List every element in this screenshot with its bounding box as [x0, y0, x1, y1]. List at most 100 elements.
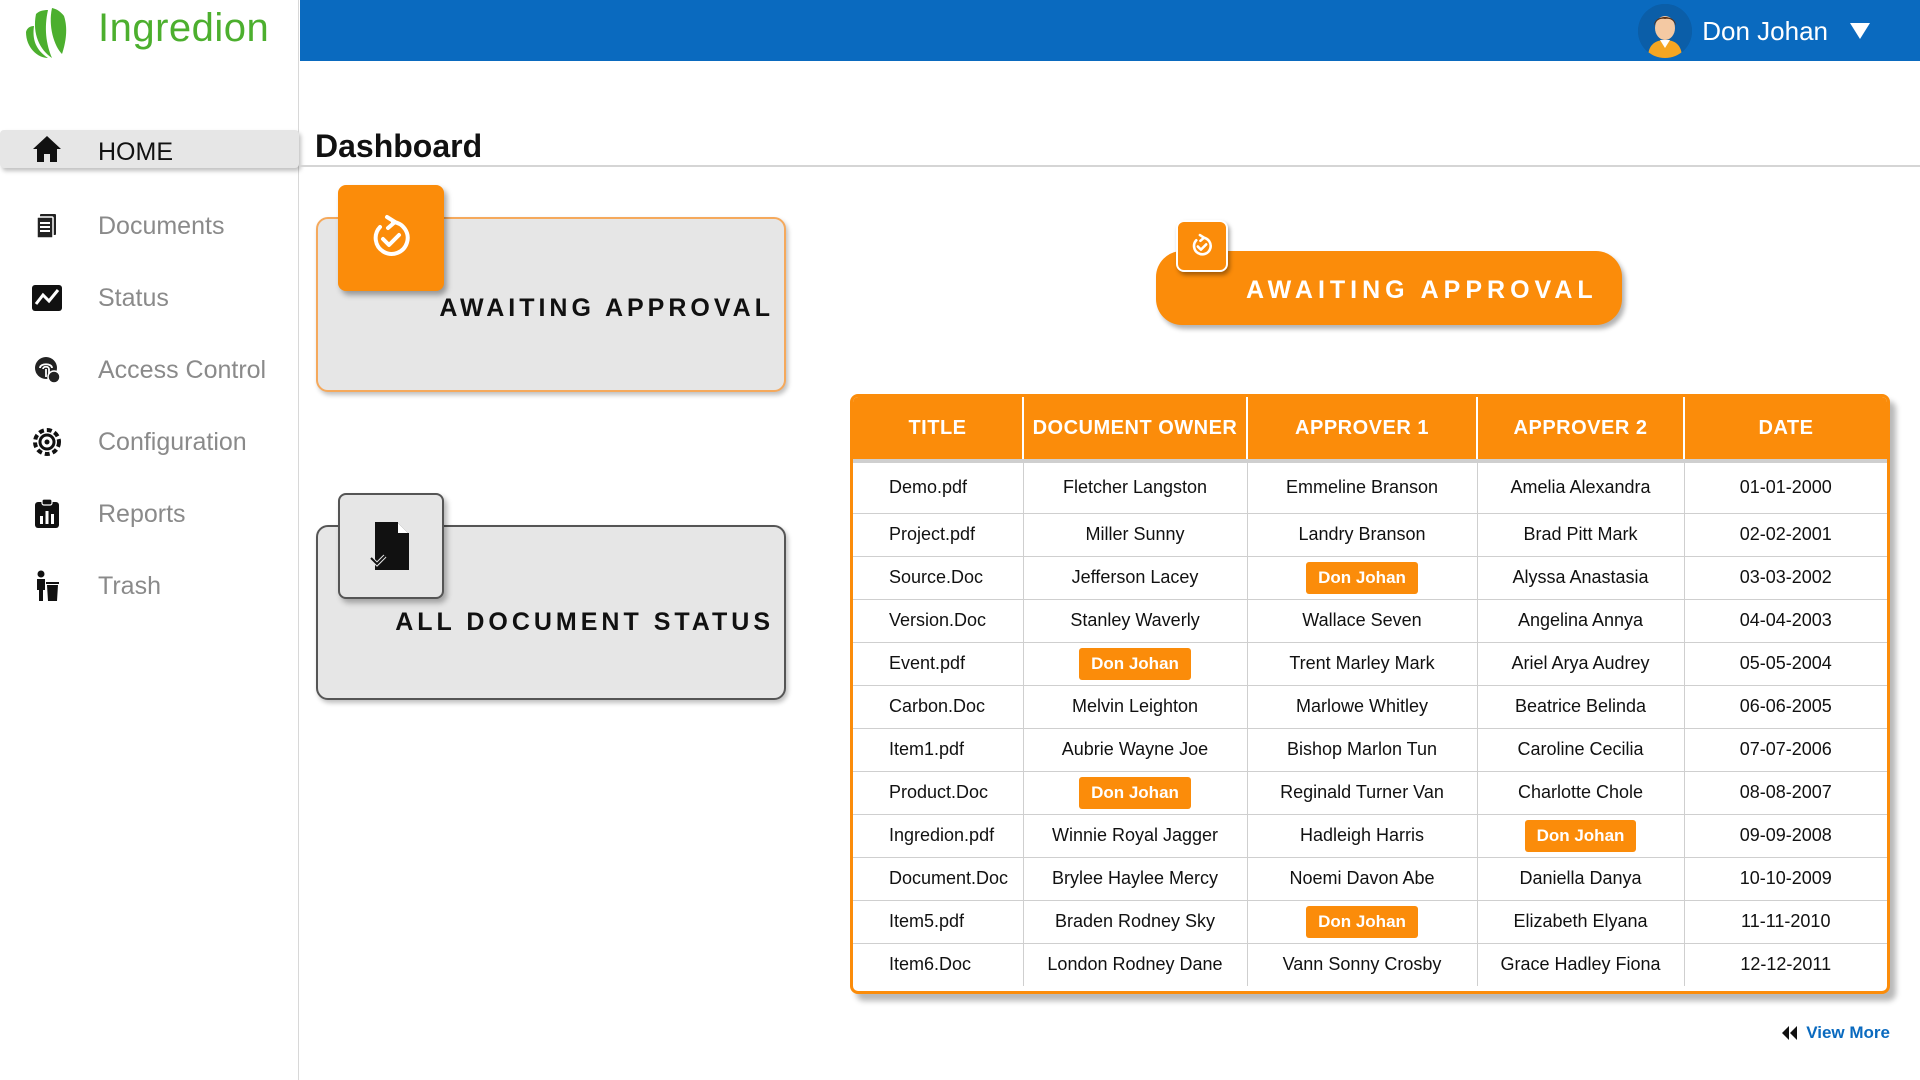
- sidebar-item-documents[interactable]: Documents: [0, 190, 299, 262]
- leaf-logo-icon: [26, 8, 67, 58]
- date-cell: 03-03-2002: [1684, 555, 1887, 599]
- brand-logo[interactable]: [18, 4, 74, 60]
- approver-1-cell: Don Johan: [1247, 899, 1478, 943]
- sidebar-item-home[interactable]: HOME: [0, 130, 299, 168]
- title-cell: Document.Doc: [853, 856, 1024, 900]
- table-row[interactable]: Item5.pdf Braden Rodney Sky Don Johan Eliza…: [853, 899, 1887, 943]
- table-row[interactable]: Project.pdf Miller Sunny Landry Branson Bra…: [853, 512, 1887, 556]
- table-row[interactable]: Item1.pdf Aubrie Wayne Joe Bishop Marlon T…: [853, 727, 1887, 771]
- owner-cell: Brylee Haylee Mercy: [1023, 856, 1248, 900]
- awaiting-approval-table: TITLE DOCUMENT OWNER APPROVER 1 APPROVER…: [850, 394, 1890, 994]
- sidebar-item-label: Access Control: [98, 355, 267, 384]
- table-row[interactable]: Ingredion.pdf Winnie Royal Jagger Hadleigh…: [853, 813, 1887, 857]
- date-cell: 07-07-2006: [1684, 727, 1887, 771]
- approver-2-cell: Beatrice Belinda: [1477, 684, 1685, 728]
- approver-1-cell: Landry Branson: [1247, 512, 1478, 556]
- title-cell: Ingredion.pdf: [853, 813, 1024, 857]
- all-document-status-card[interactable]: ALL DOCUMENT STATUS: [316, 493, 786, 700]
- column-header-document-owner[interactable]: DOCUMENT OWNER: [1023, 397, 1248, 461]
- approver-2-cell: Angelina Annya: [1477, 598, 1685, 642]
- title-cell: Source.Doc: [853, 555, 1024, 599]
- clipboard-report-icon: [30, 497, 64, 531]
- awaiting-approval-card[interactable]: AWAITING APPROVAL: [316, 185, 786, 392]
- approver-2-cell: Don Johan: [1477, 813, 1685, 857]
- double-chevron-left-icon: [1782, 1026, 1798, 1040]
- column-header-date[interactable]: DATE: [1684, 397, 1887, 461]
- date-cell: 05-05-2004: [1684, 641, 1887, 685]
- refresh-check-icon: [338, 185, 444, 291]
- brand-name: Ingredion: [98, 6, 270, 50]
- approver-2-cell: Brad Pitt Mark: [1477, 512, 1685, 556]
- title-cell: Item6.Doc: [853, 942, 1024, 986]
- sidebar-item-reports[interactable]: Reports: [0, 478, 299, 550]
- owner-cell: Miller Sunny: [1023, 512, 1248, 556]
- view-more-label: View More: [1806, 1023, 1890, 1042]
- title-cell: Project.pdf: [853, 512, 1024, 556]
- current-user-badge: Don Johan: [1306, 905, 1418, 938]
- title-cell: Item5.pdf: [853, 899, 1024, 943]
- current-user-badge: Don Johan: [1524, 819, 1637, 852]
- table-row[interactable]: Version.Doc Stanley Waverly Wallace Seven A…: [853, 598, 1887, 642]
- page-title: Dashboard: [315, 128, 483, 164]
- sidebar-item-label: Documents: [98, 211, 225, 240]
- approver-2-cell: Amelia Alexandra: [1477, 459, 1685, 513]
- table-row[interactable]: Source.Doc Jefferson Lacey Don Johan Alyssa…: [853, 555, 1887, 599]
- sidebar-item-access-control[interactable]: Access Control: [0, 334, 299, 406]
- chevron-down-icon: [1850, 23, 1870, 39]
- sidebar-item-configuration[interactable]: Configuration: [0, 406, 299, 478]
- table-row[interactable]: Product.Doc Don Johan Reginald Turner Van C…: [853, 770, 1887, 814]
- gear-icon: [30, 425, 64, 459]
- approver-1-cell: Hadleigh Harris: [1247, 813, 1478, 857]
- approver-2-cell: Charlotte Chole: [1477, 770, 1685, 814]
- sidebar: Ingredion HOME Documents Status Access C…: [0, 0, 299, 1080]
- user-menu[interactable]: Don Johan: [1638, 4, 1870, 58]
- current-user-badge: Don Johan: [1079, 647, 1191, 680]
- sidebar-nav: HOME Documents Status Access Control Con…: [0, 130, 299, 622]
- table-row[interactable]: Demo.pdf Fletcher Langston Emmeline Branso…: [853, 459, 1887, 513]
- owner-cell: Don Johan: [1023, 641, 1248, 685]
- approver-1-cell: Emmeline Branson: [1247, 459, 1478, 513]
- card-label: AWAITING APPROVAL: [439, 294, 774, 322]
- section-title: AWAITING APPROVAL: [1246, 276, 1598, 304]
- owner-cell: Fletcher Langston: [1023, 459, 1248, 513]
- approver-1-cell: Marlowe Whitley: [1247, 684, 1478, 728]
- owner-cell: Don Johan: [1023, 770, 1248, 814]
- sidebar-item-trash[interactable]: Trash: [0, 550, 299, 622]
- approver-1-cell: Bishop Marlon Tun: [1247, 727, 1478, 771]
- refresh-check-icon: [1176, 220, 1228, 272]
- table-row[interactable]: Document.Doc Brylee Haylee Mercy Noemi Dav…: [853, 856, 1887, 900]
- approver-1-cell: Vann Sonny Crosby: [1247, 942, 1478, 986]
- date-cell: 01-01-2000: [1684, 459, 1887, 513]
- table-row[interactable]: Event.pdf Don Johan Trent Marley Mark Ariel…: [853, 641, 1887, 685]
- trash-person-icon: [30, 569, 64, 603]
- title-cell: Item1.pdf: [853, 727, 1024, 771]
- title-cell: Demo.pdf: [853, 459, 1024, 513]
- title-cell: Version.Doc: [853, 598, 1024, 642]
- column-header-approver-2[interactable]: APPROVER 2: [1477, 397, 1685, 461]
- table-header-row: TITLE DOCUMENT OWNER APPROVER 1 APPROVER…: [853, 397, 1887, 461]
- document-icon: [30, 209, 64, 243]
- user-name: Don Johan: [1702, 15, 1828, 46]
- column-header-approver-1[interactable]: APPROVER 1: [1247, 397, 1478, 461]
- approver-1-cell: Reginald Turner Van: [1247, 770, 1478, 814]
- date-cell: 06-06-2005: [1684, 684, 1887, 728]
- table-row[interactable]: Carbon.Doc Melvin Leighton Marlowe Whitley…: [853, 684, 1887, 728]
- approver-2-cell: Alyssa Anastasia: [1477, 555, 1685, 599]
- file-check-icon: [338, 493, 444, 599]
- sidebar-item-label: Configuration: [98, 427, 247, 456]
- title-cell: Carbon.Doc: [853, 684, 1024, 728]
- title-cell: Product.Doc: [853, 770, 1024, 814]
- table-row[interactable]: Item6.Doc London Rodney Dane Vann Sonny Cr…: [853, 942, 1887, 986]
- current-user-badge: Don Johan: [1079, 776, 1191, 809]
- approver-1-cell: Noemi Davon Abe: [1247, 856, 1478, 900]
- top-bar: Don Johan: [300, 0, 1920, 61]
- view-more-link[interactable]: View More: [1780, 1023, 1890, 1043]
- date-cell: 04-04-2003: [1684, 598, 1887, 642]
- avatar: [1638, 4, 1693, 58]
- approver-2-cell: Caroline Cecilia: [1477, 727, 1685, 771]
- sidebar-item-status[interactable]: Status: [0, 262, 299, 334]
- sidebar-item-label: Trash: [98, 571, 161, 600]
- column-header-title[interactable]: TITLE: [853, 397, 1024, 461]
- date-cell: 09-09-2008: [1684, 813, 1887, 857]
- owner-cell: London Rodney Dane: [1023, 942, 1248, 986]
